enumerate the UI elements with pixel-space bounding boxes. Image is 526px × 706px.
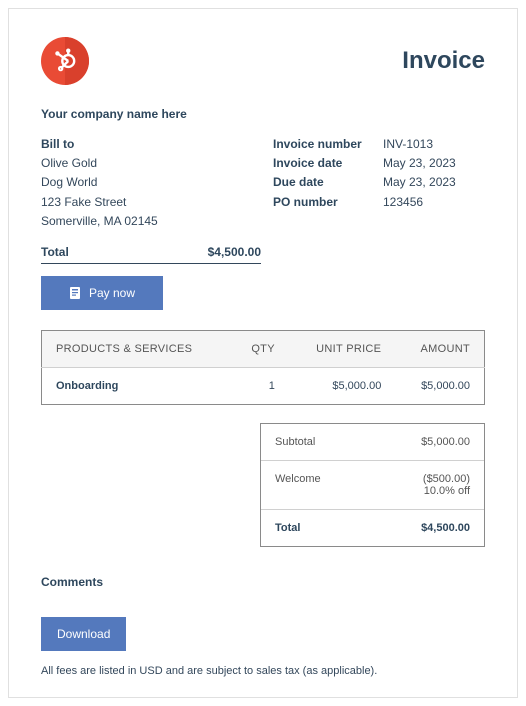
bill-to-org: Dog World (41, 173, 253, 192)
invoice-meta: Invoice number INV-1013 Invoice date May… (273, 135, 485, 231)
po-number-label: PO number (273, 193, 383, 212)
summary-total-value: $4,500.00 (421, 522, 470, 534)
pay-now-button[interactable]: Pay now (41, 276, 163, 310)
bill-to-city: Somerville, MA 02145 (41, 212, 253, 231)
col-amount: AMOUNT (395, 330, 484, 367)
invoice-number-value: INV-1013 (383, 135, 433, 154)
bill-to-heading: Bill to (41, 135, 253, 154)
item-unit: $5,000.00 (289, 367, 395, 404)
summary-total-row: Total $4,500.00 (261, 510, 484, 546)
po-number-value: 123456 (383, 193, 423, 212)
total-line: Total $4,500.00 (41, 245, 261, 264)
col-unit: UNIT PRICE (289, 330, 395, 367)
table-row: Onboarding 1 $5,000.00 $5,000.00 (42, 367, 485, 404)
invoice-date-label: Invoice date (273, 154, 383, 173)
header: Invoice (41, 37, 485, 85)
item-name: Onboarding (42, 367, 230, 404)
discount-label: Welcome (275, 473, 321, 497)
col-products: PRODUCTS & SERVICES (42, 330, 230, 367)
footnote: All fees are listed in USD and are subje… (41, 665, 485, 677)
subtotal-value: $5,000.00 (421, 436, 470, 448)
download-button[interactable]: Download (41, 617, 126, 651)
company-logo (41, 37, 89, 85)
bill-to-name: Olive Gold (41, 154, 253, 173)
subtotal-label: Subtotal (275, 436, 315, 448)
invoice-number-label: Invoice number (273, 135, 383, 154)
discount-row: Welcome ($500.00) 10.0% off (261, 461, 484, 510)
comments-heading: Comments (41, 575, 485, 589)
receipt-icon (69, 286, 81, 300)
total-line-amount: $4,500.00 (208, 245, 261, 259)
summary-box: Subtotal $5,000.00 Welcome ($500.00) 10.… (260, 423, 485, 547)
col-qty: QTY (230, 330, 289, 367)
info-section: Bill to Olive Gold Dog World 123 Fake St… (41, 135, 485, 231)
company-name: Your company name here (41, 107, 485, 121)
discount-amount: ($500.00) (423, 473, 470, 485)
pay-now-label: Pay now (89, 286, 135, 300)
discount-pct: 10.0% off (423, 485, 470, 497)
bill-to-block: Bill to Olive Gold Dog World 123 Fake St… (41, 135, 253, 231)
page-title: Invoice (402, 47, 485, 75)
summary-total-label: Total (275, 522, 300, 534)
due-date-value: May 23, 2023 (383, 173, 456, 192)
invoice-page: Invoice Your company name here Bill to O… (8, 8, 518, 698)
total-line-label: Total (41, 245, 69, 259)
item-qty: 1 (230, 367, 289, 404)
subtotal-row: Subtotal $5,000.00 (261, 424, 484, 461)
invoice-date-value: May 23, 2023 (383, 154, 456, 173)
sprocket-icon (52, 48, 78, 74)
item-amount: $5,000.00 (395, 367, 484, 404)
due-date-label: Due date (273, 173, 383, 192)
bill-to-street: 123 Fake Street (41, 193, 253, 212)
items-table: PRODUCTS & SERVICES QTY UNIT PRICE AMOUN… (41, 330, 485, 405)
